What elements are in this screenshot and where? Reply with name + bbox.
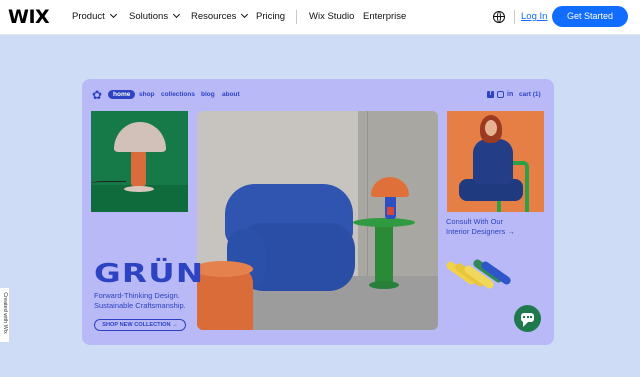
brand-wordmark: GRÜN xyxy=(94,259,205,289)
chevron-down-icon xyxy=(173,10,181,19)
facebook-icon[interactable]: f xyxy=(487,91,494,98)
nav-solutions[interactable]: Solutions xyxy=(129,10,181,22)
nav-divider xyxy=(296,10,297,24)
linkedin-icon[interactable]: in xyxy=(507,91,514,98)
nav-enterprise[interactable]: Enterprise xyxy=(363,11,406,22)
login-link[interactable]: Log In xyxy=(521,11,547,22)
top-navigation: WIX Product Solutions Resources Pricing … xyxy=(0,0,640,35)
chevron-down-icon xyxy=(241,10,249,19)
living-room-hero-image xyxy=(197,111,438,330)
consult-designers-link[interactable]: Consult With Our Interior Designers → xyxy=(446,217,515,236)
get-started-button[interactable]: Get Started xyxy=(552,6,628,27)
site-nav-shop[interactable]: shop xyxy=(139,91,155,98)
brand-tagline: Forward-Thinking Design. Sustainable Cra… xyxy=(94,291,186,310)
nav-pricing[interactable]: Pricing xyxy=(256,11,285,22)
flower-logo-icon: ✿ xyxy=(92,88,103,102)
created-with-wix-badge[interactable]: Created with Wix xyxy=(0,288,10,342)
cart-link[interactable]: cart (1) xyxy=(519,91,541,98)
material-samples-image xyxy=(444,254,513,292)
nav-divider xyxy=(514,10,515,24)
nav-wix-studio[interactable]: Wix Studio xyxy=(309,11,354,22)
instagram-icon[interactable] xyxy=(497,91,504,98)
wix-logo[interactable]: WIX xyxy=(8,6,50,28)
site-nav-blog[interactable]: blog xyxy=(201,91,215,98)
site-nav-collections[interactable]: collections xyxy=(161,91,195,98)
designer-portrait-image xyxy=(447,111,544,212)
globe-icon[interactable] xyxy=(493,11,505,23)
site-nav-home[interactable]: home xyxy=(108,90,136,99)
shop-new-collection-button[interactable]: SHOP NEW COLLECTION → xyxy=(94,319,186,331)
lamp-product-image xyxy=(91,111,188,212)
site-nav-about[interactable]: about xyxy=(222,91,240,98)
nav-resources[interactable]: Resources xyxy=(191,10,249,22)
chat-button[interactable] xyxy=(514,305,541,332)
chevron-down-icon xyxy=(109,10,117,19)
nav-product[interactable]: Product xyxy=(72,10,117,22)
template-showcase: ✿ home shop collections blog about f in … xyxy=(82,79,554,345)
